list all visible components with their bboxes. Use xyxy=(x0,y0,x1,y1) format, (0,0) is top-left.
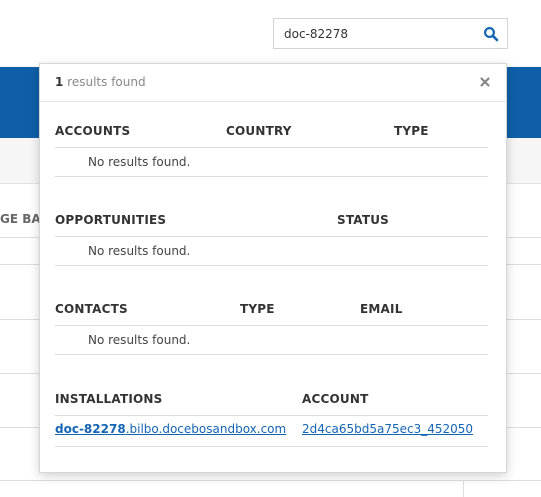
contacts-empty-row: No results found. xyxy=(55,326,488,355)
column-header-account: ACCOUNT xyxy=(302,392,369,406)
table-row: doc-82278.bilbo.docebosandbox.com 2d4ca6… xyxy=(55,416,488,447)
search-icon[interactable] xyxy=(483,26,499,42)
column-header-opportunities: OPPORTUNITIES xyxy=(55,213,167,227)
column-header-accounts: ACCOUNTS xyxy=(55,124,131,138)
column-header-contacts: CONTACTS xyxy=(55,302,128,316)
installation-match: doc-82278 xyxy=(55,422,126,436)
background-divider xyxy=(463,480,464,497)
column-header-country: COUNTRY xyxy=(226,124,292,138)
results-header: 1 results found xyxy=(40,64,506,102)
installation-host-suffix: .bilbo.docebosandbox.com xyxy=(125,422,287,436)
results-count-label: results found xyxy=(63,75,146,89)
page: GE BAS 1 results found xyxy=(0,0,541,497)
account-link[interactable]: 2d4ca65bd5a75ec3_452050 xyxy=(302,422,473,436)
installation-link[interactable]: doc-82278.bilbo.docebosandbox.com xyxy=(55,422,286,436)
close-icon[interactable] xyxy=(478,74,492,88)
no-results-message: No results found. xyxy=(88,244,191,258)
accounts-header-row: ACCOUNTS COUNTRY TYPE xyxy=(55,124,488,148)
global-search xyxy=(273,18,508,49)
column-header-type: TYPE xyxy=(394,124,429,138)
installations-header-row: INSTALLATIONS ACCOUNT xyxy=(55,392,488,416)
results-count: 1 results found xyxy=(55,75,146,89)
opportunities-header-row: OPPORTUNITIES STATUS xyxy=(55,213,488,237)
column-header-status: STATUS xyxy=(337,213,390,227)
opportunities-empty-row: No results found. xyxy=(55,237,488,266)
no-results-message: No results found. xyxy=(88,155,191,169)
search-results-dropdown: 1 results found ACCOUNTS COUNTRY TYPE No… xyxy=(39,63,507,473)
contacts-header-row: CONTACTS TYPE EMAIL xyxy=(55,302,488,326)
contacts-section: CONTACTS TYPE EMAIL No results found. xyxy=(55,302,488,355)
installations-section: INSTALLATIONS ACCOUNT doc-82278.bilbo.do… xyxy=(55,392,488,447)
accounts-section: ACCOUNTS COUNTRY TYPE No results found. xyxy=(55,124,488,177)
accounts-empty-row: No results found. xyxy=(55,148,488,177)
column-header-contact-type: TYPE xyxy=(240,302,275,316)
column-header-email: EMAIL xyxy=(360,302,403,316)
no-results-message: No results found. xyxy=(88,333,191,347)
search-input[interactable] xyxy=(274,19,474,48)
column-header-installations: INSTALLATIONS xyxy=(55,392,163,406)
opportunities-section: OPPORTUNITIES STATUS No results found. xyxy=(55,213,488,266)
background-row-divider xyxy=(0,480,541,481)
